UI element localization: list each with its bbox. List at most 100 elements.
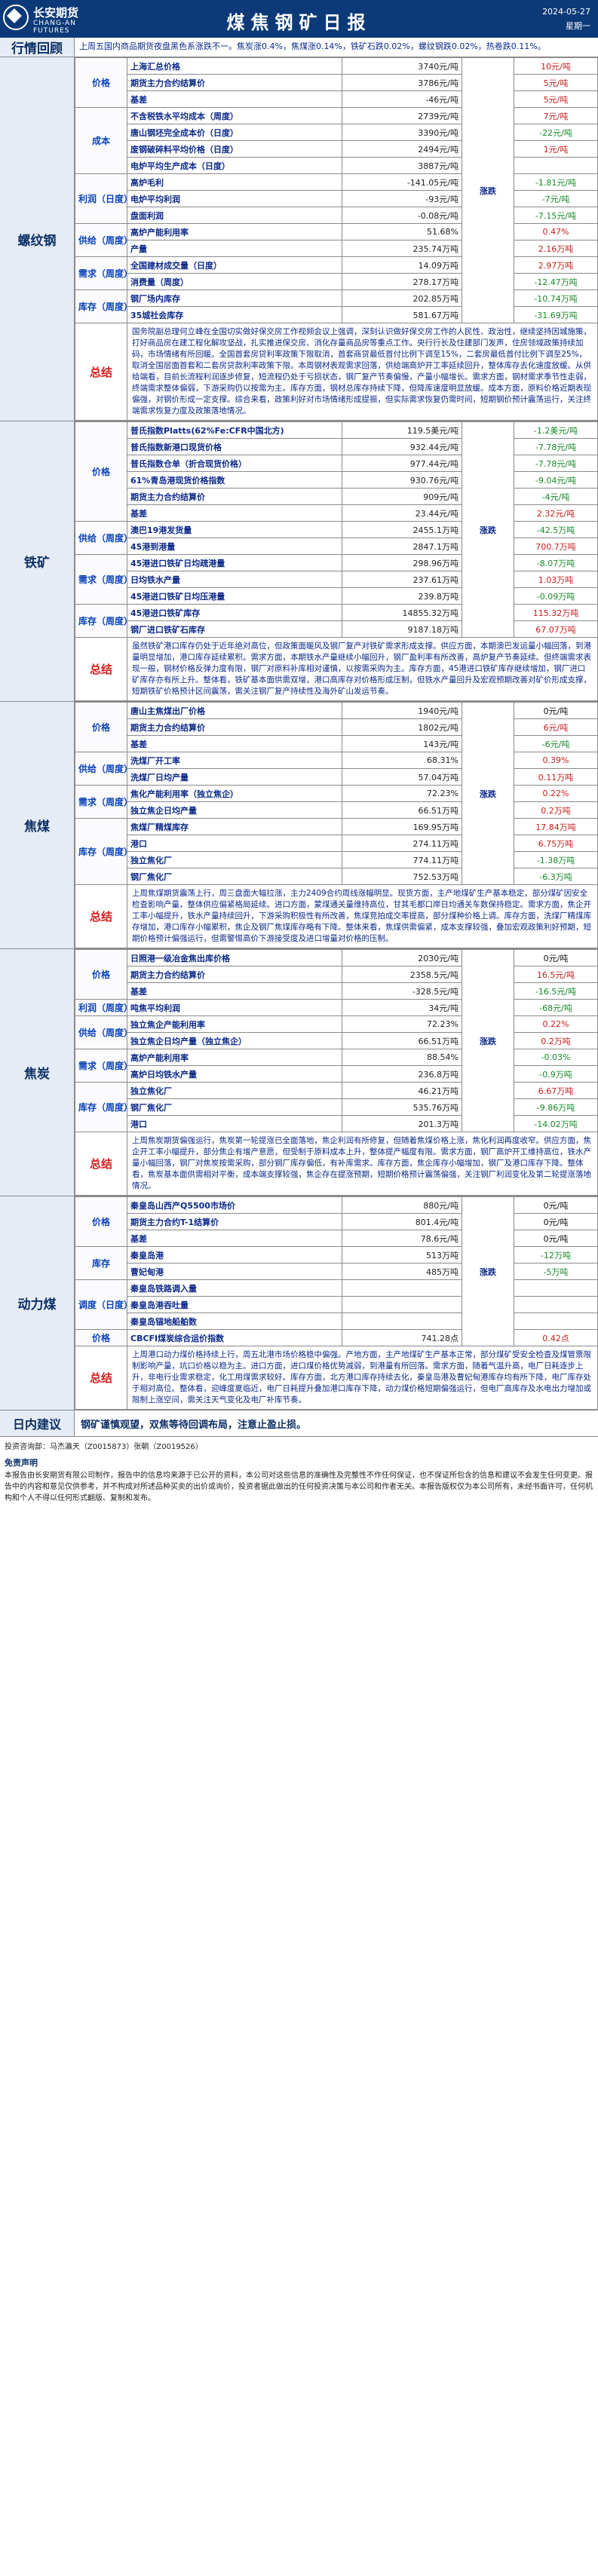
indicator-change: -9.86万吨	[514, 1098, 598, 1116]
table-row: 基差 -46元/吨 5元/吨	[75, 90, 598, 108]
indicator-label: 45港进口铁矿日均疏港量	[127, 554, 342, 571]
indicator-label: 唐山主焦煤出厂价格	[127, 702, 342, 719]
indicator-value: 68.31%	[342, 752, 462, 769]
advice-label: 日内建议	[0, 1411, 75, 1436]
indicator-value: 2030元/吨	[342, 949, 462, 966]
indicator-value: 9187.18万吨	[342, 620, 462, 638]
table-row: 45港到港量 2847.1万吨 700.7万吨	[75, 538, 598, 555]
indicator-value	[342, 1313, 462, 1330]
group-label: 利润（日度）	[75, 173, 127, 224]
indicator-change: 1元/吨	[514, 140, 598, 158]
indicator-label: 45港进口铁矿库存	[127, 604, 342, 621]
group-label: 价格	[75, 1196, 127, 1247]
indicator-change: 2.32元/吨	[514, 504, 598, 522]
indicator-label: 独立焦企日均产量	[127, 801, 342, 819]
table-row: 基差 143元/吨 -6元/吨	[75, 735, 598, 752]
summary-label: 总结	[75, 637, 127, 701]
table-row: 产量 235.74万吨 2.16万吨	[75, 240, 598, 257]
table-row: 高炉日均铁水产量 236.8万吨 -0.9万吨	[75, 1065, 598, 1083]
indicator-value: 3390元/吨	[342, 124, 462, 141]
table-row: 期货主力合约结算价 3786元/吨 5元/吨	[75, 74, 598, 91]
indicator-change: -31.69万吨	[514, 306, 598, 323]
indicator-change: -7.78元/吨	[514, 438, 598, 455]
indicator-change: 0元/吨	[514, 1213, 598, 1230]
table-row: 秦皇岛港吞吐量	[75, 1296, 598, 1313]
summary-text: 虽然铁矿港口库存仍处于近年绝对高位，但政策面暖风及钢厂复产对铁矿需求形成支撑。供…	[127, 637, 598, 701]
indicator-change: -7元/吨	[514, 190, 598, 207]
indicator-change: 2.16万吨	[514, 240, 598, 257]
analyst-info: 投资咨询部：马杰瀛天（Z0015873）张朝（Z0019526）	[5, 1443, 203, 1451]
indicator-label: 电炉平均生产成本（日度）	[127, 157, 342, 174]
group-label: 成本	[75, 107, 127, 174]
indicator-value: 485万吨	[342, 1263, 462, 1280]
indicator-label: 35城社会库存	[127, 306, 342, 323]
summary-text: 上周焦煤期货震荡上行，周三盘面大幅拉涨，主力2409合约周线涨幅明显。现货方面，…	[127, 884, 598, 948]
report-date: 2024-05-27 星期一	[542, 5, 590, 33]
indicator-change: -12万吨	[514, 1246, 598, 1263]
indicator-label: 高炉毛利	[127, 173, 342, 191]
group-label: 库存	[75, 1246, 127, 1280]
summary-label: 总结	[75, 1132, 127, 1196]
table-row: 废钢破碎料平均价格（日度） 2494元/吨 1元/吨	[75, 140, 598, 158]
indicator-value: 1802元/吨	[342, 718, 462, 736]
table-row: 电炉平均生产成本（日度） 3887元/吨	[75, 157, 598, 174]
indicator-value: 14855.32万吨	[342, 604, 462, 621]
indicator-value: 14.09万吨	[342, 256, 462, 274]
table-row: 独立焦企日均产量 66.51万吨 0.2万吨	[75, 801, 598, 819]
indicator-label: 61%青岛港现货价格指数	[127, 471, 342, 489]
indicator-label: 基差	[127, 504, 342, 522]
indicator-change	[514, 157, 598, 174]
indicator-change: -1.81元/吨	[514, 173, 598, 191]
indicator-change: -8.07万吨	[514, 554, 598, 571]
indicator-label: 港口	[127, 835, 342, 852]
table-row: 港口 274.11万吨 6.75万吨	[75, 835, 598, 852]
indicator-change: -14.02万吨	[514, 1115, 598, 1132]
indicator-label: 基差	[127, 1230, 342, 1247]
indicator-label: 基差	[127, 90, 342, 108]
indicator-value: 741.28点	[342, 1329, 462, 1346]
indicator-change: 6元/吨	[514, 718, 598, 736]
table-row: 调度（日度）秦皇岛铁路调入量	[75, 1279, 598, 1330]
table-row: 供给（周度）洗煤厂开工率68.31% 0.39%	[75, 752, 598, 786]
indicator-value: 581.67万吨	[342, 306, 462, 323]
disclaimer-text: 本报告由长安期货有限公司制作，报告中的信息均来源于已公开的资料，本公司对这些信息…	[5, 1472, 593, 1502]
table-row: 期货主力合约结算价 2358.5元/吨 16.5元/吨	[75, 966, 598, 983]
table-row: 期货主力合约结算价 909元/吨 -4元/吨	[75, 488, 598, 505]
group-label: 库存（周度）	[75, 604, 127, 638]
indicator-label: CBCFI煤炭综合运价指数	[127, 1329, 342, 1346]
group-label: 价格	[75, 1329, 127, 1346]
table-row: 普氏指数新港口现货价格 932.44元/吨 -7.78元/吨	[75, 438, 598, 455]
indicator-change: 5元/吨	[514, 90, 598, 108]
indicator-value: 930.76元/吨	[342, 471, 462, 489]
table-row: 库存（周度）钢厂场内库存202.85万吨 -10.74万吨	[75, 289, 598, 323]
indicator-change: -68元/吨	[514, 999, 598, 1016]
change-header: 涨跌	[462, 949, 514, 1132]
table-row: 需求（周度）焦化产能利用率（独立焦企）72.23% 0.22%	[75, 785, 598, 819]
summary-text: 上周焦炭期货偏强运行，焦炭第一轮提涨已全面落地，焦企利润有所修复，但随着焦煤价格…	[127, 1132, 598, 1196]
indicator-change: -0.09万吨	[514, 587, 598, 605]
indicator-label: 产量	[127, 240, 342, 257]
commodity-table-wrap: 价格 普氏指数Platts(62%Fe:CFR中国北方) 119.5美元/吨 涨跌 -1…	[75, 421, 598, 701]
summary-label: 总结	[75, 884, 127, 948]
indicator-value: 236.8万吨	[342, 1065, 462, 1083]
indicator-value: 298.96万吨	[342, 554, 462, 571]
indicator-label: 独立焦企日均产量（独立焦企）	[127, 1032, 342, 1049]
indicator-change: -0.9万吨	[514, 1065, 598, 1083]
indicator-value: 57.04万吨	[342, 768, 462, 786]
indicator-label: 基差	[127, 735, 342, 752]
indicator-change: -42.5万吨	[514, 521, 598, 538]
indicator-label: 曹妃甸港	[127, 1263, 342, 1280]
indicator-label: 秦皇岛铁路调入量	[127, 1279, 342, 1297]
table-row: 期货主力合约结算价 1802元/吨 6元/吨	[75, 718, 598, 736]
indicator-change: 115.32万吨	[514, 604, 598, 621]
commodity-name: 螺纹钢	[0, 57, 75, 421]
indicator-value: 72.23%	[342, 785, 462, 802]
indicator-label: 消费量（周度）	[127, 273, 342, 290]
indicator-label: 焦煤厂精煤库存	[127, 818, 342, 835]
table-row: 价格 上海汇总价格 3740元/吨 涨跌 10元/吨	[75, 57, 598, 323]
indicator-change: -5万吨	[514, 1263, 598, 1280]
indicator-label: 45港到港量	[127, 538, 342, 555]
indicator-label: 普氏指数Platts(62%Fe:CFR中国北方)	[127, 421, 342, 439]
group-label: 价格	[75, 949, 127, 1000]
indicator-label: 高炉日均铁水产量	[127, 1065, 342, 1083]
